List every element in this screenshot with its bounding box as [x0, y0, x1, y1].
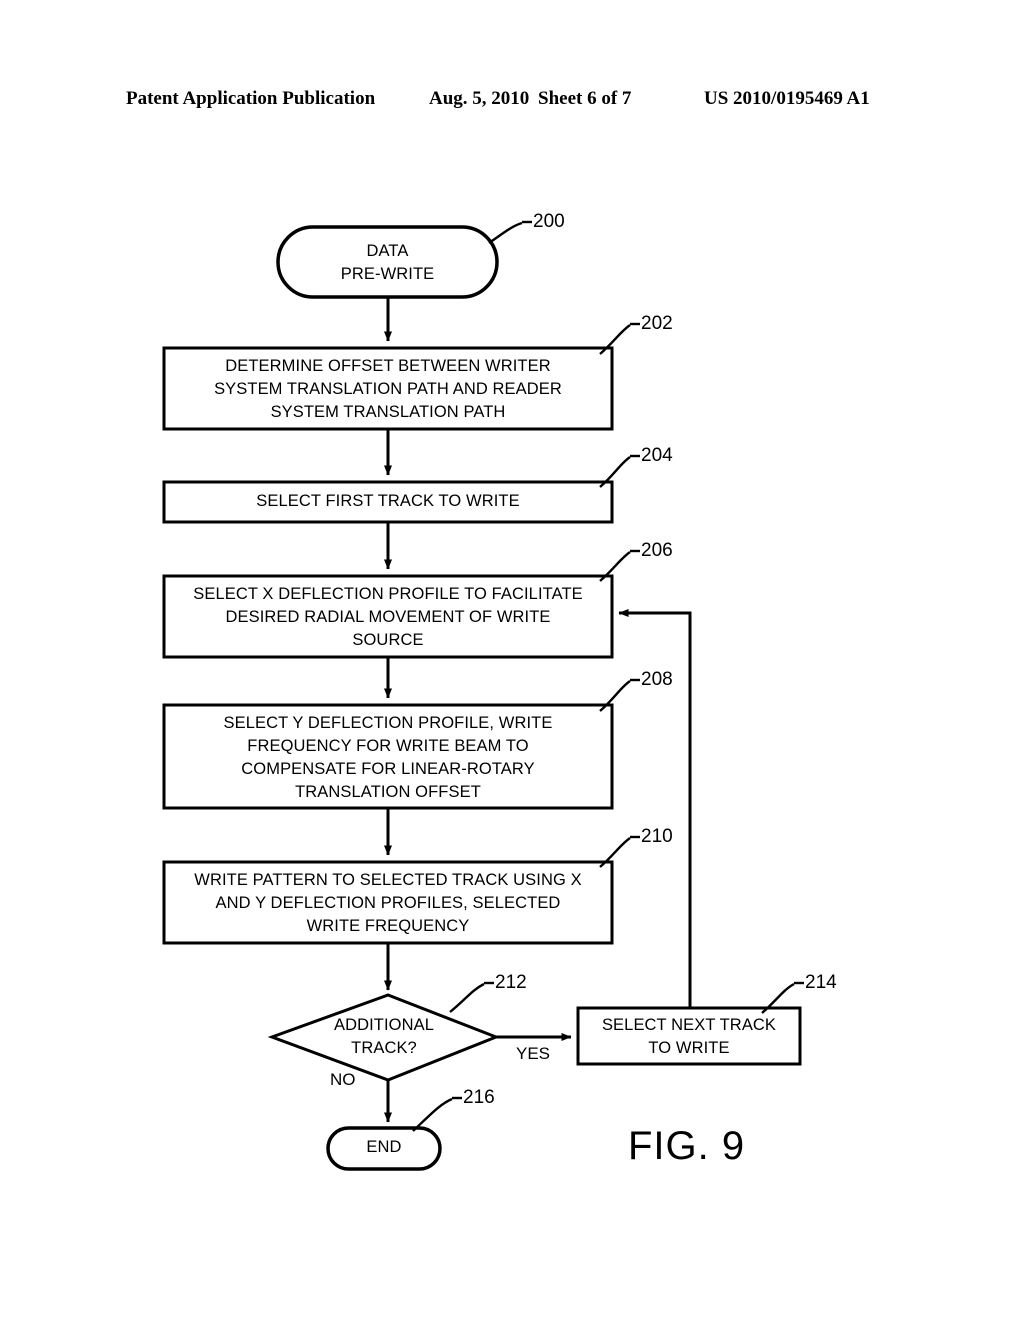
flowchart-diagram	[162, 220, 804, 1171]
leader-line-206	[599, 551, 631, 582]
edge-label-no: NO	[330, 1070, 356, 1089]
node-determine-offset-shape	[162, 346, 614, 431]
node-select-first-track-shape	[162, 480, 614, 524]
leader-line-202	[599, 324, 631, 355]
node-write-pattern-shape	[162, 860, 614, 945]
node-select-next-track-shape	[576, 1006, 802, 1066]
reference-numeral-214: 214	[805, 972, 837, 993]
leader-line-212	[449, 982, 485, 1013]
leader-line-200	[488, 221, 523, 244]
reference-numeral-212: 212	[495, 972, 527, 993]
node-start-shape	[276, 225, 499, 299]
figure-label: FIG. 9	[628, 1124, 746, 1168]
edge-label-yes: YES	[516, 1044, 551, 1063]
reference-numeral-204: 204	[641, 445, 673, 466]
node-select-y-deflection-shape	[162, 703, 614, 810]
leader-line-208	[599, 680, 631, 712]
node-additional-track-shape	[267, 993, 501, 1082]
reference-numeral-210: 210	[641, 826, 673, 847]
patent-drawing-page: Patent Application Publication Aug. 5, 2…	[0, 0, 1024, 1320]
reference-numeral-206: 206	[641, 540, 673, 561]
leader-line-210	[599, 837, 631, 868]
reference-numeral-200: 200	[533, 211, 565, 232]
node-select-x-deflection-shape	[162, 574, 614, 659]
reference-numeral-208: 208	[641, 669, 673, 690]
node-end-shape	[326, 1126, 442, 1171]
reference-numeral-202: 202	[641, 313, 673, 334]
leader-line-216	[412, 1097, 453, 1132]
leader-line-204	[599, 456, 631, 488]
reference-numeral-216: 216	[463, 1087, 495, 1108]
